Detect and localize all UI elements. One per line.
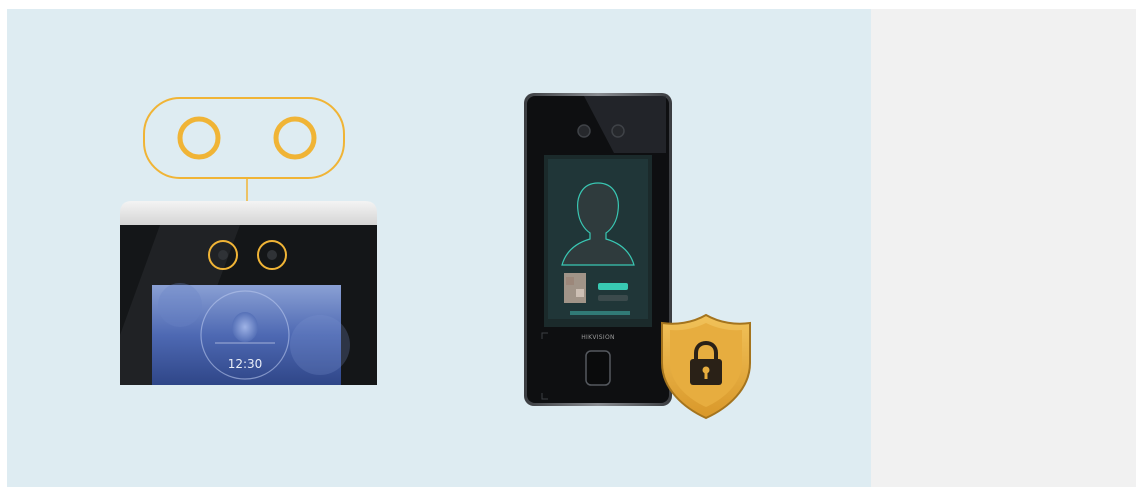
camera-right-icon: [611, 124, 625, 138]
face-scan-icon: [232, 312, 258, 342]
brand-label: HIKVISION: [581, 334, 615, 341]
fingerprint-reader-icon: [585, 350, 611, 386]
security-shield-badge: [661, 313, 751, 420]
dual-lens-terminal-illustration: 12:30: [120, 95, 380, 385]
blank-side-panel: [871, 9, 1136, 487]
camera-left-icon: [577, 124, 591, 138]
screen-clock: 12:30: [227, 357, 263, 371]
lens-zoom-left-icon: [177, 116, 221, 160]
fingerprint-terminal-illustration: HIKVISION: [524, 93, 764, 423]
lens-zoom-right-icon: [273, 116, 317, 160]
